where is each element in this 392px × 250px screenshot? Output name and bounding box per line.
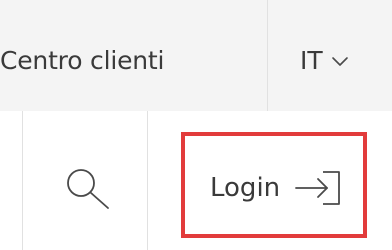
language-label: IT bbox=[300, 46, 323, 75]
bottom-left-divider bbox=[22, 111, 23, 250]
language-selector[interactable]: IT bbox=[300, 44, 349, 78]
search-icon bbox=[67, 169, 109, 209]
customer-center-link[interactable]: Centro clienti bbox=[0, 44, 164, 78]
chevron-down-icon bbox=[331, 57, 348, 66]
top-bar: Centro clienti IT bbox=[0, 0, 392, 111]
top-divider bbox=[267, 0, 268, 111]
login-label: Login bbox=[210, 173, 281, 203]
bottom-mid-divider bbox=[147, 111, 148, 250]
login-button[interactable]: Login bbox=[210, 170, 342, 206]
search-button[interactable] bbox=[64, 167, 114, 211]
login-arrow-icon bbox=[295, 171, 341, 205]
